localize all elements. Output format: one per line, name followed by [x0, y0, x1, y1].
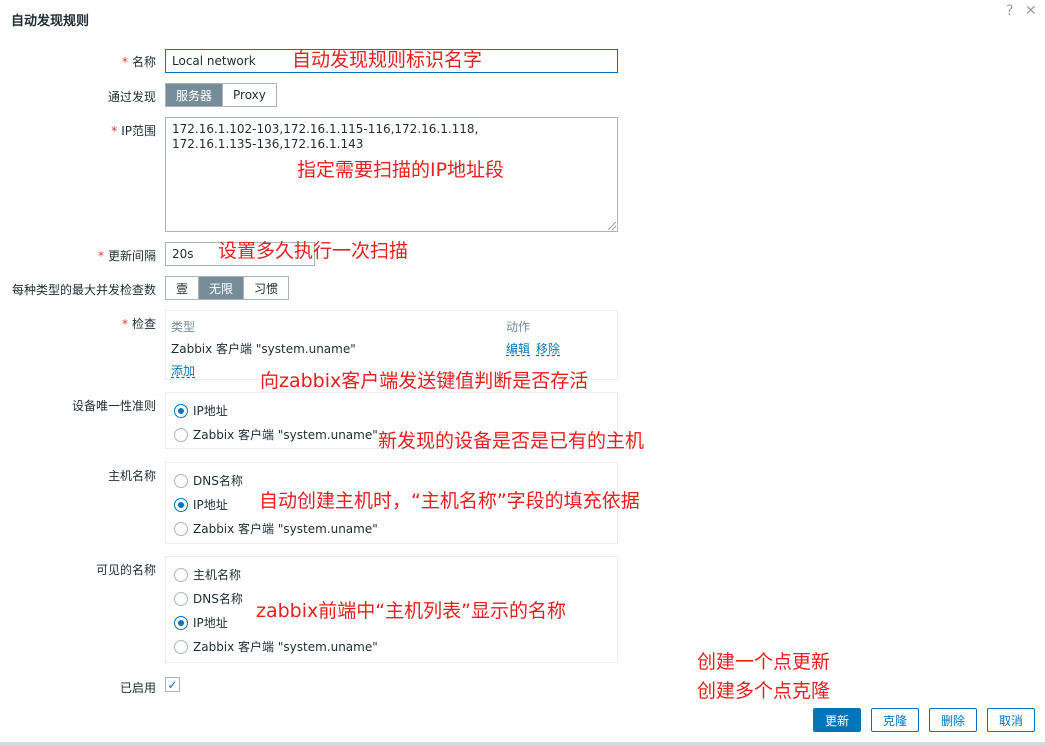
radio-checked-icon[interactable]: [174, 403, 188, 418]
max-concurrent-unlimited-option[interactable]: 无限: [198, 277, 244, 299]
clone-button[interactable]: 克隆: [871, 708, 919, 732]
max-concurrent-label: 每种类型的最大并发检查数: [11, 283, 156, 297]
radio-unchecked-icon[interactable]: [174, 639, 188, 654]
enabled-checkbox[interactable]: ✓: [165, 677, 180, 692]
radio-unchecked-icon[interactable]: [174, 473, 188, 488]
annotation-host-name: 自动创建主机时，“主机名称”字段的填充依据: [259, 490, 640, 512]
name-label: * 名称: [121, 55, 156, 69]
discovery-by-proxy-option[interactable]: Proxy: [222, 84, 276, 106]
visible-name-option-agent[interactable]: Zabbix 客户端 "system.uname": [174, 638, 378, 655]
host-name-label: 主机名称: [107, 469, 156, 483]
dialog-title: 自动发现规则: [11, 14, 90, 29]
discovery-rule-dialog: 自动发现规则 ? ✕ * 名称 Local network 通过发现 服务器 Pr…: [0, 0, 1045, 745]
radio-checked-icon[interactable]: [174, 497, 188, 512]
visible-name-option-hostname[interactable]: 主机名称: [174, 566, 241, 583]
annotation-name: 自动发现规则标识名字: [292, 49, 483, 71]
max-concurrent-one-option[interactable]: 壹: [166, 277, 198, 299]
uniqueness-option-ip[interactable]: IP地址: [174, 402, 228, 419]
uniqueness-label: 设备唯一性准则: [71, 399, 156, 413]
host-name-option-ip[interactable]: IP地址: [174, 496, 228, 513]
checks-col-type: 类型: [171, 320, 196, 334]
radio-unchecked-icon[interactable]: [174, 427, 188, 442]
annotation-uniqueness: 新发现的设备是否是已有的主机: [378, 430, 645, 452]
check-add-link[interactable]: 添加: [171, 362, 195, 379]
annotation-visible-name: zabbix前端中“主机列表”显示的名称: [256, 600, 566, 622]
help-icon[interactable]: ?: [1006, 3, 1013, 19]
radio-unchecked-icon[interactable]: [174, 591, 188, 606]
visible-name-option-ip[interactable]: IP地址: [174, 614, 228, 631]
checks-col-action: 动作: [506, 320, 531, 334]
checkmark-icon: ✓: [167, 677, 178, 692]
annotation-buttons-line1: 创建一个点更新: [697, 651, 831, 673]
host-name-option-dns[interactable]: DNS名称: [174, 472, 243, 489]
checks-label: * 检查: [121, 317, 156, 331]
radio-unchecked-icon[interactable]: [174, 567, 188, 582]
checks-row-type: Zabbix 客户端 "system.uname": [171, 342, 356, 356]
check-edit-link[interactable]: 编辑: [506, 340, 530, 357]
delete-button[interactable]: 删除: [929, 708, 977, 732]
annotation-checks: 向zabbix客户端发送键值判断是否存活: [260, 370, 589, 392]
uniqueness-option-agent[interactable]: Zabbix 客户端 "system.uname": [174, 426, 378, 443]
discovery-by-label: 通过发现: [107, 90, 156, 104]
resize-grip-icon[interactable]: [608, 222, 616, 230]
close-icon[interactable]: ✕: [1025, 3, 1037, 19]
check-remove-link[interactable]: 移除: [536, 340, 560, 357]
update-interval-label: * 更新间隔: [97, 249, 156, 263]
update-button[interactable]: 更新: [813, 708, 861, 732]
cancel-button[interactable]: 取消: [987, 708, 1035, 732]
max-concurrent-custom-option[interactable]: 习惯: [243, 277, 288, 299]
annotation-buttons-line2: 创建多个点克隆: [697, 680, 831, 702]
visible-name-label: 可见的名称: [95, 563, 156, 577]
host-name-option-agent[interactable]: Zabbix 客户端 "system.uname": [174, 520, 378, 537]
radio-checked-icon[interactable]: [174, 615, 188, 630]
annotation-interval: 设置多久执行一次扫描: [218, 240, 409, 262]
discovery-by-server-option[interactable]: 服务器: [166, 84, 223, 106]
radio-unchecked-icon[interactable]: [174, 521, 188, 536]
ip-range-label: * IP范围: [111, 124, 156, 138]
annotation-ip-range: 指定需要扫描的IP地址段: [297, 159, 505, 181]
max-concurrent-toggle: 壹 无限 习惯: [165, 276, 290, 300]
discovery-by-toggle: 服务器 Proxy: [165, 83, 277, 107]
visible-name-option-dns[interactable]: DNS名称: [174, 590, 243, 607]
enabled-label: 已启用: [119, 681, 156, 695]
